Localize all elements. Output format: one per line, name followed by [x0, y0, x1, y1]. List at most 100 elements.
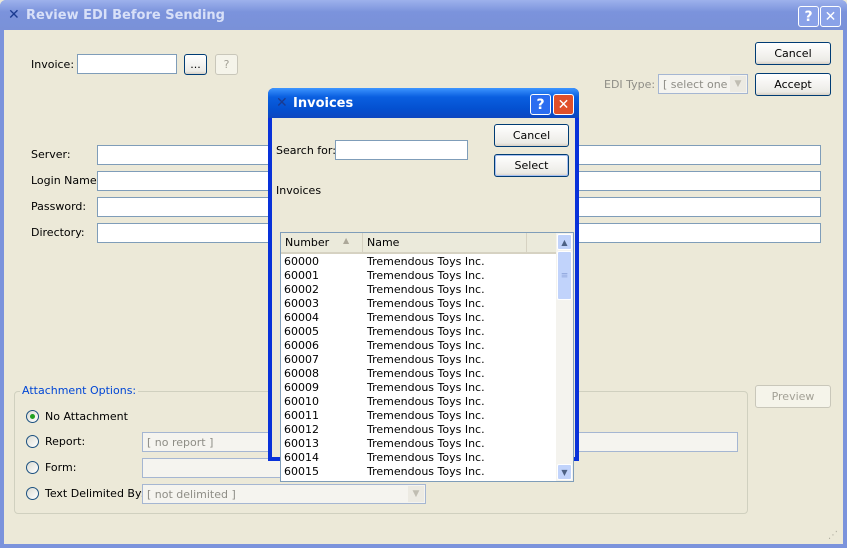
invoice-number: 60014 — [284, 451, 319, 464]
table-row[interactable]: 60013 Tremendous Toys Inc. — [281, 437, 557, 451]
search-for-label: Search for: — [276, 144, 336, 157]
edi-type-select[interactable]: [ select one ] ▼ — [658, 74, 748, 94]
customer-name: Tremendous Toys Inc. — [367, 381, 485, 394]
invoices-list-label: Invoices — [276, 184, 322, 197]
edi-type-label: EDI Type: — [604, 78, 656, 91]
table-row[interactable]: 60014 Tremendous Toys Inc. — [281, 451, 557, 465]
close-icon[interactable]: ✕ — [820, 6, 841, 27]
report-value: [ no report ] — [147, 435, 214, 449]
invoice-number: 60007 — [284, 353, 319, 366]
invoice-input[interactable] — [77, 54, 177, 74]
invoice-number: 60008 — [284, 367, 319, 380]
table-row[interactable]: 60007 Tremendous Toys Inc. — [281, 353, 557, 367]
form-radio[interactable] — [26, 461, 39, 474]
text-delimited-value: [ not delimited ] — [147, 487, 236, 501]
customer-name: Tremendous Toys Inc. — [367, 283, 485, 296]
chevron-down-icon: ▼ — [408, 486, 424, 502]
column-header-name[interactable]: Name — [363, 233, 527, 254]
customer-name: Tremendous Toys Inc. — [367, 325, 485, 338]
help-icon[interactable]: ? — [530, 94, 551, 115]
table-row[interactable]: 60006 Tremendous Toys Inc. — [281, 339, 557, 353]
edi-type-value: [ select one ] — [663, 77, 736, 91]
dialog-cancel-button[interactable]: Cancel — [494, 124, 569, 147]
search-input[interactable] — [335, 140, 468, 160]
help-icon[interactable]: ? — [798, 6, 819, 27]
text-delimited-label: Text Delimited By: — [45, 487, 145, 500]
table-row[interactable]: 60009 Tremendous Toys Inc. — [281, 381, 557, 395]
column-header-number-label: Number — [285, 236, 330, 249]
column-header-filler — [527, 233, 557, 254]
password-label: Password: — [31, 200, 87, 213]
scroll-thumb[interactable]: ≡ — [557, 251, 572, 300]
report-label: Report: — [45, 435, 86, 448]
select-button[interactable]: Select — [494, 154, 569, 177]
app-logo-icon: ✕ — [8, 7, 20, 23]
table-row[interactable]: 60001 Tremendous Toys Inc. — [281, 269, 557, 283]
invoice-number: 60001 — [284, 269, 319, 282]
vertical-scrollbar[interactable]: ▲ ≡ ▼ — [556, 233, 573, 481]
customer-name: Tremendous Toys Inc. — [367, 367, 485, 380]
invoice-number: 60011 — [284, 409, 319, 422]
text-delimited-radio[interactable] — [26, 487, 39, 500]
chevron-down-icon: ▼ — [730, 76, 746, 92]
invoice-number: 60012 — [284, 423, 319, 436]
main-title-bar[interactable]: ✕ Review EDI Before Sending ? ✕ — [0, 0, 847, 30]
invoice-info-button[interactable]: ? — [215, 54, 238, 75]
no-attachment-label: No Attachment — [45, 410, 128, 423]
customer-name: Tremendous Toys Inc. — [367, 437, 485, 450]
invoice-lookup-button[interactable]: ... — [184, 54, 207, 75]
form-label: Form: — [45, 461, 77, 474]
invoice-number: 60015 — [284, 465, 319, 478]
column-header-name-label: Name — [367, 236, 400, 249]
invoices-dialog: ✕ Invoices ? ✕ Search for: Cancel Select… — [268, 88, 579, 482]
column-header-number[interactable]: Number ▲ — [281, 233, 363, 254]
customer-name: Tremendous Toys Inc. — [367, 465, 485, 478]
customer-name: Tremendous Toys Inc. — [367, 339, 485, 352]
report-radio[interactable] — [26, 435, 39, 448]
directory-label: Directory: — [31, 226, 85, 239]
invoice-number: 60004 — [284, 311, 319, 324]
text-delimited-select[interactable]: [ not delimited ] ▼ — [142, 484, 426, 504]
invoice-number: 60000 — [284, 255, 319, 268]
dialog-title-bar[interactable]: ✕ Invoices ? ✕ — [268, 88, 579, 118]
attachment-options-title: Attachment Options: — [20, 384, 139, 397]
invoice-number: 60005 — [284, 325, 319, 338]
customer-name: Tremendous Toys Inc. — [367, 311, 485, 324]
customer-name: Tremendous Toys Inc. — [367, 395, 485, 408]
invoice-number: 60013 — [284, 437, 319, 450]
table-row[interactable]: 60012 Tremendous Toys Inc. — [281, 423, 557, 437]
cancel-button[interactable]: Cancel — [755, 42, 831, 65]
table-row[interactable]: 60005 Tremendous Toys Inc. — [281, 325, 557, 339]
table-row[interactable]: 60011 Tremendous Toys Inc. — [281, 409, 557, 423]
table-row[interactable]: 60002 Tremendous Toys Inc. — [281, 283, 557, 297]
table-row[interactable]: 60003 Tremendous Toys Inc. — [281, 297, 557, 311]
invoice-number: 60009 — [284, 381, 319, 394]
table-row[interactable]: 60008 Tremendous Toys Inc. — [281, 367, 557, 381]
login-name-label: Login Name: — [31, 174, 101, 187]
table-row[interactable]: 60000 Tremendous Toys Inc. — [281, 255, 557, 269]
customer-name: Tremendous Toys Inc. — [367, 423, 485, 436]
table-row[interactable]: 60004 Tremendous Toys Inc. — [281, 311, 557, 325]
close-icon[interactable]: ✕ — [553, 94, 574, 115]
dialog-body: Search for: Cancel Select Invoices Numbe… — [272, 118, 575, 482]
dialog-title: Invoices — [293, 96, 354, 111]
resize-grip-icon[interactable]: ⋰ — [828, 530, 838, 541]
customer-name: Tremendous Toys Inc. — [367, 353, 485, 366]
no-attachment-radio[interactable] — [26, 410, 39, 423]
invoice-number: 60002 — [284, 283, 319, 296]
table-row[interactable]: 60015 Tremendous Toys Inc. — [281, 465, 557, 479]
invoice-number: 60006 — [284, 339, 319, 352]
invoice-number: 60003 — [284, 297, 319, 310]
table-row[interactable]: 60010 Tremendous Toys Inc. — [281, 395, 557, 409]
invoice-label: Invoice: — [31, 58, 75, 71]
customer-name: Tremendous Toys Inc. — [367, 451, 485, 464]
scroll-up-icon[interactable]: ▲ — [557, 234, 572, 250]
preview-button[interactable]: Preview — [755, 385, 831, 408]
window-title: Review EDI Before Sending — [26, 8, 225, 23]
accept-button[interactable]: Accept — [755, 73, 831, 96]
sort-ascending-icon: ▲ — [343, 236, 350, 245]
invoice-number: 60010 — [284, 395, 319, 408]
app-logo-icon: ✕ — [276, 95, 288, 111]
scroll-down-icon[interactable]: ▼ — [557, 464, 572, 480]
customer-name: Tremendous Toys Inc. — [367, 297, 485, 310]
